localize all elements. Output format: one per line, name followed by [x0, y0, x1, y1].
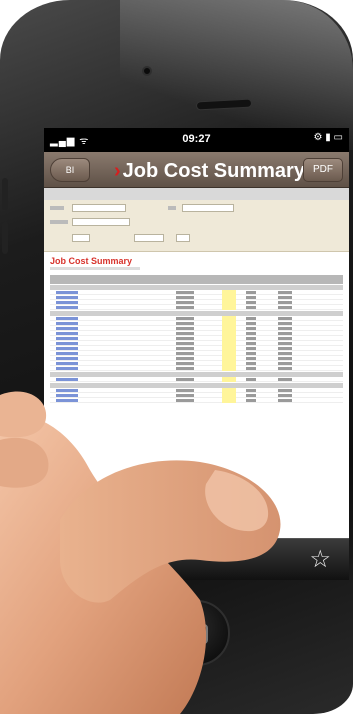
hand-illustration: [0, 391, 281, 714]
